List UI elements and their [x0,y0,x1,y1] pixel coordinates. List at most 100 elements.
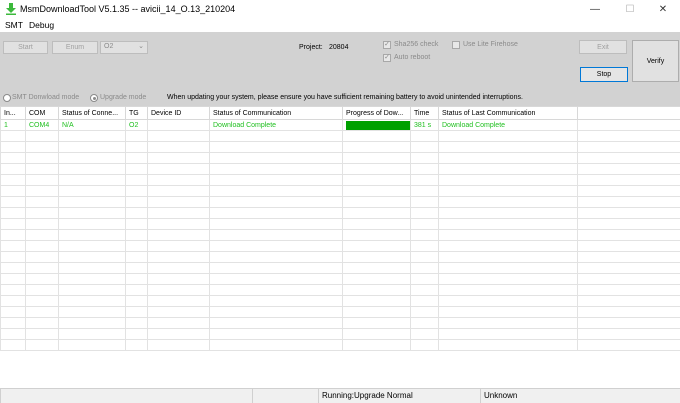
col-tg[interactable]: TG [125,106,148,120]
exit-button[interactable]: Exit [579,40,627,54]
empty-cell [25,141,59,153]
empty-cell [58,262,126,274]
empty-cell [438,273,578,285]
empty-cell [125,196,148,208]
smt-mode-radio[interactable] [3,94,11,102]
empty-cell [410,196,439,208]
empty-cell [342,317,411,329]
stop-button[interactable]: Stop [580,67,628,82]
empty-cell [58,229,126,241]
close-button[interactable]: ✕ [646,0,680,19]
status-bar: Running:Upgrade Normal Unknown [0,388,680,403]
empty-cell [0,262,26,274]
empty-cell [410,328,439,340]
empty-cell [577,339,680,351]
empty-cell [438,185,578,197]
empty-cell [125,284,148,296]
minimize-button[interactable]: — [578,0,612,19]
empty-cell [25,185,59,197]
table-row-empty [0,229,680,241]
empty-cell [58,141,126,153]
empty-cell [342,152,411,164]
verify-button[interactable]: Verify [632,40,679,82]
empty-cell [147,284,210,296]
empty-cell [147,141,210,153]
empty-cell [58,240,126,252]
col-time[interactable]: Time [410,106,439,120]
upgrade-mode-label: Upgrade mode [100,94,147,101]
empty-cell [58,218,126,230]
table-row-empty [0,251,680,263]
empty-cell [25,207,59,219]
empty-cell [438,339,578,351]
empty-cell [342,273,411,285]
col-com[interactable]: COM [25,106,59,120]
empty-cell [342,174,411,186]
empty-cell [410,284,439,296]
empty-cell [342,141,411,153]
empty-cell [209,295,343,307]
empty-cell [147,207,210,219]
table-row-empty [0,196,680,208]
empty-cell [438,152,578,164]
cell-com: COM4 [25,119,59,131]
use-lite-firehose-checkbox[interactable] [452,41,460,49]
sha256-checkbox[interactable]: ✓ [383,41,391,49]
auto-reboot-checkbox[interactable]: ✓ [383,54,391,62]
table-row-empty [0,163,680,175]
empty-cell [58,284,126,296]
empty-cell [209,328,343,340]
empty-cell [577,306,680,318]
empty-cell [410,295,439,307]
empty-cell [342,130,411,142]
empty-cell [209,251,343,263]
table-header: In... COM Status of Conne... TG Device I… [0,106,680,120]
empty-cell [25,240,59,252]
empty-cell [0,273,26,285]
empty-cell [577,284,680,296]
empty-cell [0,295,26,307]
empty-cell [125,240,148,252]
empty-cell [125,229,148,241]
empty-cell [438,163,578,175]
empty-cell [58,306,126,318]
empty-cell [577,273,680,285]
col-status-comm[interactable]: Status of Communication [209,106,343,120]
table-row-empty [0,141,680,153]
empty-cell [147,251,210,263]
control-panel: Start Enum O2 ⌄ Project: 20804 ✓ Sha256 … [0,32,680,106]
empty-cell [410,262,439,274]
empty-cell [342,328,411,340]
empty-cell [0,174,26,186]
empty-cell [125,295,148,307]
menu-debug[interactable]: Debug [29,20,54,30]
enum-button[interactable]: Enum [52,41,98,54]
cell-progress [342,119,411,131]
empty-cell [58,295,126,307]
empty-cell [58,251,126,263]
col-device-id[interactable]: Device ID [147,106,210,120]
table-row-empty [0,306,680,318]
empty-cell [209,152,343,164]
table-row[interactable]: 1 COM4 N/A O2 Download Complete 381 s Do… [0,119,680,131]
empty-cell [0,152,26,164]
col-status-conn[interactable]: Status of Conne... [58,106,126,120]
table-row-empty [0,207,680,219]
empty-cell [209,207,343,219]
col-index[interactable]: In... [0,106,26,120]
maximize-button[interactable]: ☐ [613,0,647,19]
empty-cell [25,218,59,230]
empty-cell [577,317,680,329]
empty-cell [0,229,26,241]
target-select[interactable]: O2 ⌄ [100,41,148,54]
smt-mode-label: SMT Donwload mode [12,94,80,101]
cell-status-last: Download Complete [438,119,578,131]
start-button[interactable]: Start [3,41,48,54]
upgrade-mode-radio[interactable] [90,94,98,102]
col-status-last[interactable]: Status of Last Communication [438,106,578,120]
table-row-empty [0,339,680,351]
col-progress[interactable]: Progress of Dow... [342,106,411,120]
empty-cell [0,317,26,329]
empty-cell [438,251,578,263]
menu-smt[interactable]: SMT [5,20,23,30]
